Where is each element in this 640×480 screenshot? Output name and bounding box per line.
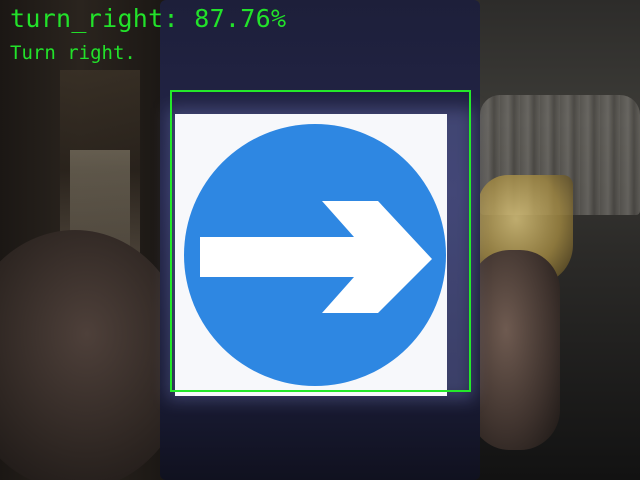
camera-frame: turn_right: 87.76% Turn right.	[0, 0, 640, 480]
detection-description: Turn right.	[10, 42, 136, 64]
detection-label: turn_right: 87.76%	[10, 4, 287, 33]
hand-right	[470, 250, 560, 450]
detection-bounding-box	[170, 90, 471, 392]
